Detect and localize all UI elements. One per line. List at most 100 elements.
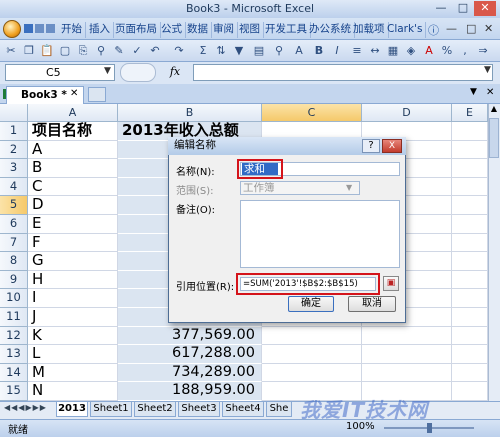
cell-a[interactable]: M: [28, 363, 118, 383]
cell-e[interactable]: [452, 196, 488, 215]
tab-office-system[interactable]: 办公系统: [306, 22, 355, 38]
cell-e[interactable]: [452, 252, 488, 271]
scroll-up-icon[interactable]: ▲: [489, 104, 499, 116]
row-header[interactable]: 10: [0, 289, 28, 308]
row-header[interactable]: 4: [0, 177, 28, 197]
sum-icon[interactable]: Σ: [196, 44, 210, 58]
maximize-button[interactable]: □: [452, 1, 474, 16]
cell-e[interactable]: [452, 233, 488, 253]
save-icon[interactable]: [24, 24, 33, 33]
tab-insert[interactable]: 插入: [86, 22, 114, 38]
row-header[interactable]: 9: [0, 270, 28, 290]
bold-icon[interactable]: B: [312, 44, 326, 58]
cell-e[interactable]: [452, 159, 488, 178]
cell-b[interactable]: 617,288.00: [118, 345, 262, 364]
row-header[interactable]: 3: [0, 159, 28, 178]
ok-button[interactable]: 确定: [288, 296, 334, 312]
cell-b[interactable]: 188,959.00: [118, 382, 262, 401]
dialog-help-button[interactable]: ?: [362, 139, 380, 153]
tab-page-layout[interactable]: 页面布局: [112, 22, 161, 38]
row-header[interactable]: 2: [0, 140, 28, 160]
workbook-tab-close-icon[interactable]: ✕: [70, 88, 78, 99]
sheet-tab-sheet3[interactable]: Sheet3: [178, 402, 220, 417]
cell-e[interactable]: [452, 289, 488, 308]
undo-icon-2[interactable]: ↶: [148, 44, 162, 58]
sheet-nav-icons[interactable]: ◀◀◀▶▶▶: [4, 403, 47, 412]
cell-e[interactable]: [452, 177, 488, 197]
cell-a[interactable]: N: [28, 382, 118, 401]
paste-icon[interactable]: 📋: [40, 44, 54, 58]
cell-c[interactable]: [262, 363, 362, 383]
comment-field[interactable]: [240, 200, 400, 268]
office-button[interactable]: [3, 20, 21, 38]
row-header[interactable]: 12: [0, 326, 28, 346]
cell-c[interactable]: [262, 345, 362, 364]
cell-d[interactable]: [362, 326, 452, 346]
row-header[interactable]: 11: [0, 308, 28, 327]
row-header[interactable]: 7: [0, 233, 28, 253]
filter-icon[interactable]: ▼: [232, 44, 246, 58]
insert-function-button[interactable]: fx: [160, 64, 190, 81]
name-field[interactable]: 求和: [242, 163, 278, 175]
comma-icon[interactable]: ,: [458, 44, 472, 58]
cell-a[interactable]: B: [28, 159, 118, 178]
tab-review[interactable]: 审阅: [210, 22, 238, 38]
ribbon-close-icon[interactable]: ✕: [484, 22, 493, 35]
formula-input[interactable]: [193, 64, 493, 81]
expand-formula-icon[interactable]: ▼: [484, 65, 491, 75]
column-header-a[interactable]: A: [28, 104, 118, 122]
select-all-corner[interactable]: [0, 104, 28, 122]
tab-data[interactable]: 数据: [184, 22, 212, 38]
sheet-tab-2013[interactable]: 2013: [56, 402, 88, 417]
workbook-list-icon[interactable]: ▼: [470, 87, 477, 97]
ref-field[interactable]: =SUM('2013'!$B$2:$B$15): [240, 277, 376, 291]
new-workbook-tab-button[interactable]: [88, 87, 106, 102]
cell-a[interactable]: G: [28, 252, 118, 271]
tab-clarks[interactable]: Clark's: [384, 22, 427, 38]
fill-color-icon[interactable]: ◈: [404, 44, 418, 58]
chart-icon[interactable]: ▤: [252, 44, 266, 58]
dialog-close-button[interactable]: X: [382, 139, 402, 153]
tab-developer[interactable]: 开发工具: [262, 22, 311, 38]
help-icon[interactable]: ⓘ: [428, 22, 439, 38]
row-header[interactable]: 5: [0, 196, 28, 215]
decimal-icon[interactable]: ⇒: [476, 44, 490, 58]
column-header-e[interactable]: E: [452, 104, 488, 122]
percent-icon[interactable]: %: [440, 44, 454, 58]
cell-e[interactable]: [452, 122, 488, 141]
row-header[interactable]: 13: [0, 345, 28, 364]
minimize-button[interactable]: —: [430, 1, 452, 16]
close-button[interactable]: ✕: [474, 1, 496, 16]
workbook-close-icon[interactable]: ✕: [486, 87, 494, 98]
tab-formulas[interactable]: 公式: [158, 22, 186, 38]
align-icon[interactable]: ≡: [350, 44, 364, 58]
cell-e[interactable]: [452, 215, 488, 234]
cell-a[interactable]: J: [28, 307, 118, 327]
redo-icon[interactable]: [46, 24, 55, 33]
cell-c[interactable]: [262, 326, 362, 346]
row-header[interactable]: 8: [0, 252, 28, 271]
row-header[interactable]: 1: [0, 122, 28, 141]
scroll-thumb[interactable]: [489, 118, 499, 158]
cell-a[interactable]: K: [28, 326, 118, 346]
column-header-c[interactable]: C: [262, 104, 362, 122]
sort-icon[interactable]: ⇅: [214, 44, 228, 58]
cell-e[interactable]: [452, 140, 488, 160]
cell-e[interactable]: [452, 363, 488, 383]
preview-icon[interactable]: ⚲: [94, 44, 108, 58]
sheet-tab-partial[interactable]: She: [266, 402, 292, 417]
undo-icon[interactable]: [35, 24, 44, 33]
cell-d[interactable]: [362, 345, 452, 364]
format-painter-icon[interactable]: ✎: [112, 44, 126, 58]
ribbon-restore-icon[interactable]: □: [466, 22, 476, 35]
ribbon-minimize-icon[interactable]: —: [446, 22, 457, 35]
cell-e[interactable]: [452, 345, 488, 364]
new-icon[interactable]: ▢: [58, 44, 72, 58]
sheet-tab-sheet2[interactable]: Sheet2: [134, 402, 176, 417]
namebox-dropdown-icon[interactable]: ▼: [104, 66, 111, 76]
zoom-slider-thumb[interactable]: [427, 423, 432, 433]
cell-a[interactable]: H: [28, 270, 118, 290]
cell-d[interactable]: [362, 363, 452, 383]
cell-e[interactable]: [452, 326, 488, 346]
cell-a[interactable]: A: [28, 140, 118, 160]
